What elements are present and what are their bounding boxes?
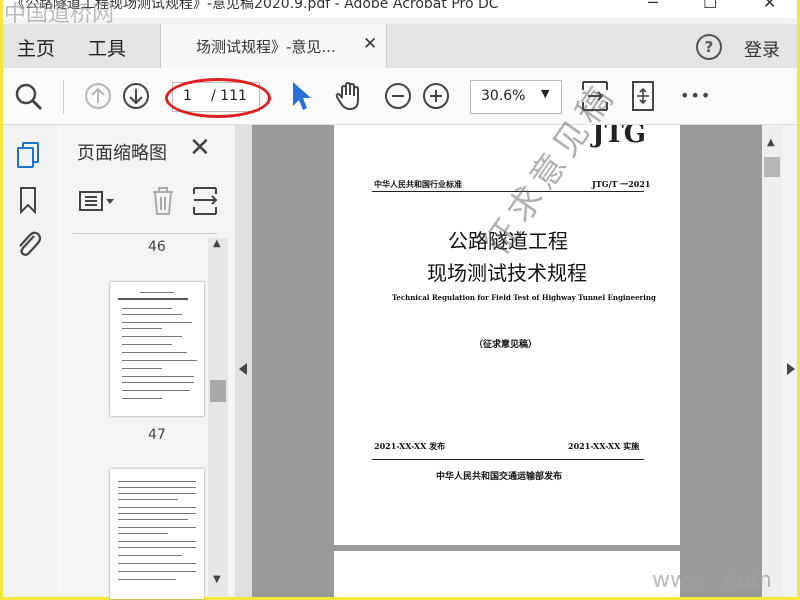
thumb-text-line — [118, 487, 196, 488]
thumb-text-line — [118, 563, 196, 564]
menu-bar: 主页 工具 — [3, 24, 797, 68]
page-thumbnails-icon[interactable] — [16, 141, 42, 169]
doc-standard-number: JTG/T 一2021 — [592, 179, 651, 189]
thumbnail-options-icon[interactable] — [77, 187, 117, 217]
thumb-text-line — [140, 292, 174, 293]
doc-implement-date: 2021-XX-XX 实施 — [568, 441, 640, 451]
doc-english-title: Technical Regulation for Field Test of H… — [392, 293, 656, 302]
page-thumbnail[interactable] — [110, 469, 204, 599]
login-button[interactable]: 登录 — [744, 36, 780, 62]
thumb-text-line — [118, 499, 178, 500]
highlight-oval — [165, 78, 271, 118]
thumb-text-line — [118, 298, 188, 300]
thumb-text-line — [122, 360, 197, 361]
thumb-text-line — [118, 571, 196, 572]
thumb-text-line — [122, 314, 182, 315]
thumb-text-line — [122, 376, 194, 377]
zoom-in-icon[interactable] — [421, 81, 451, 111]
doc-industry-standard: 中华人民共和国行业标准 — [374, 179, 462, 189]
thumb-text-line — [118, 541, 196, 542]
thumb-text-line — [118, 533, 168, 534]
minimize-button[interactable]: ─ — [648, 0, 658, 11]
thumb-text-line — [118, 555, 182, 556]
help-icon[interactable]: ? — [696, 34, 722, 60]
doc-release-date: 2021-XX-XX 发布 — [374, 441, 446, 451]
rotate-view-icon[interactable] — [628, 79, 658, 113]
thumb-text-line — [122, 308, 172, 309]
zoom-value: 30.6% — [481, 88, 526, 104]
expand-right-pane-icon[interactable] — [787, 363, 795, 375]
chevron-up-icon[interactable]: ▲ — [213, 238, 221, 249]
thumb-text-line — [122, 368, 162, 369]
panel-splitter[interactable] — [235, 125, 252, 597]
maximize-button[interactable]: ☐ — [703, 0, 717, 11]
thumb-text-line — [122, 322, 192, 323]
close-icon[interactable]: ✕ — [189, 133, 211, 163]
chevron-down-icon[interactable]: ▼ — [213, 574, 221, 585]
thumb-text-line — [118, 519, 188, 520]
menu-home[interactable]: 主页 — [17, 34, 55, 61]
tab-close-button[interactable]: ✕ — [363, 34, 377, 54]
document-scroll-thumb[interactable] — [764, 157, 780, 177]
thumb-text-line — [122, 390, 190, 391]
search-icon[interactable] — [14, 82, 44, 112]
bookmark-icon[interactable] — [18, 186, 38, 214]
thumb-text-line — [118, 579, 176, 580]
more-tools-icon[interactable]: ••• — [680, 86, 711, 105]
thumb-text-line — [122, 344, 172, 345]
thumb-text-line — [118, 493, 196, 494]
chevron-up-icon[interactable]: ▲ — [767, 137, 775, 148]
hand-tool-icon[interactable] — [334, 80, 366, 112]
site-watermark-bottom: www. .com — [652, 568, 772, 593]
trash-icon[interactable] — [149, 185, 177, 217]
insert-page-icon[interactable] — [191, 185, 219, 217]
thumb-text-line — [118, 507, 196, 508]
doc-publisher: 中华人民共和国交通运输部发布 — [436, 472, 563, 482]
thumbnail-page-number: 47 — [148, 427, 166, 443]
thumbnail-scroll-thumb[interactable] — [210, 380, 226, 402]
doc-bottom-rule — [372, 459, 644, 460]
thumb-text-line — [122, 352, 187, 353]
menu-tools[interactable]: 工具 — [88, 34, 126, 61]
thumb-text-line — [122, 328, 162, 329]
panel-title: 页面缩略图 — [77, 143, 167, 164]
thumb-text-line — [122, 398, 162, 399]
thumb-text-line — [122, 336, 182, 337]
thumb-text-line — [118, 513, 196, 514]
document-tab-label: 场测试规程》-意见... — [196, 38, 336, 56]
thumb-text-line — [122, 382, 194, 383]
previous-page-icon[interactable] — [83, 81, 113, 111]
next-page-icon[interactable] — [121, 81, 151, 111]
panel-divider — [73, 233, 217, 234]
title-bar: 《公路隧道工程现场测试规程》-意见稿2020.9.pdf - Adobe Acr… — [3, 0, 797, 18]
page-thumbnail[interactable] — [110, 282, 204, 416]
toolbar-divider — [63, 80, 64, 114]
thumbnail-scrollbar[interactable]: ▲ ▼ — [208, 238, 228, 596]
document-tab[interactable]: 场测试规程》-意见... ✕ — [160, 24, 387, 68]
collapse-panel-icon[interactable] — [239, 363, 247, 375]
thumb-text-line — [118, 547, 196, 548]
close-window-button[interactable]: ✕ — [763, 0, 776, 11]
thumbnail-page-number: 46 — [148, 239, 166, 255]
chevron-down-icon: ▼ — [541, 87, 550, 100]
attachment-icon[interactable] — [14, 228, 42, 258]
doc-draft-label: （征求意见稿） — [474, 340, 538, 350]
document-scrollbar[interactable]: ▲ — [762, 125, 782, 597]
zoom-dropdown[interactable]: 30.6% ▼ — [470, 80, 562, 114]
pdf-page-next — [334, 551, 680, 597]
zoom-out-icon[interactable] — [383, 81, 413, 111]
thumb-text-line — [118, 527, 196, 528]
thumb-text-line — [118, 481, 196, 482]
select-tool-icon[interactable] — [289, 80, 313, 112]
